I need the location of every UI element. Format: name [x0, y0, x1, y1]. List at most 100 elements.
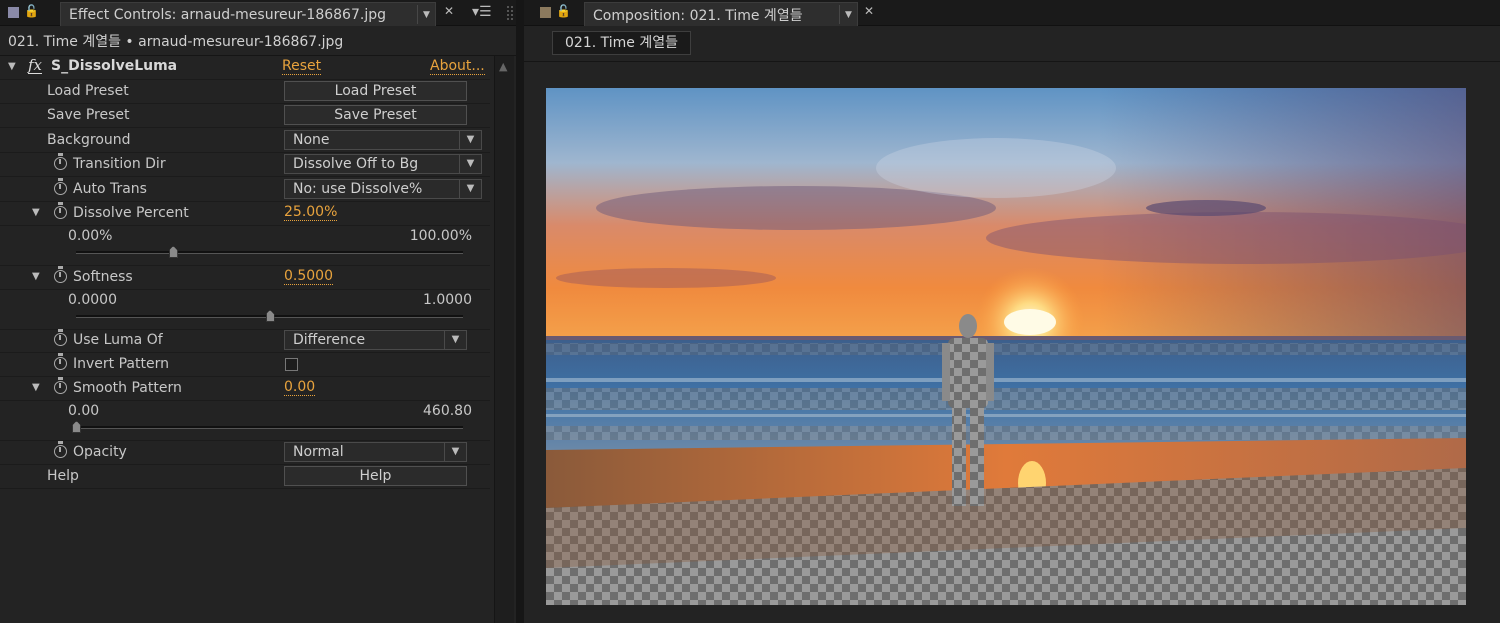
composition-viewer[interactable]	[546, 88, 1466, 605]
slider-min: 0.00%	[68, 228, 113, 244]
param-label: Background	[47, 132, 131, 148]
effect-controls-tab-title: Effect Controls: arnaud-mesureur-186867.…	[69, 6, 386, 23]
param-label: Use Luma Of	[73, 332, 163, 348]
effect-controls-breadcrumb: 021. Time 계열들 • arnaud-mesureur-186867.j…	[8, 34, 344, 50]
lock-icon[interactable]: 🔓	[24, 4, 39, 18]
reset-link[interactable]: Reset	[282, 58, 322, 75]
slider-min: 0.00	[68, 403, 100, 419]
chevron-down-icon[interactable]: ▼	[417, 5, 435, 24]
composition-tab-title: Composition: 021. Time 계열들	[593, 7, 803, 24]
panel-grip-icon[interactable]	[507, 6, 513, 20]
param-row-transition-dir: Transition Dir Dissolve Off to Bg ▼	[0, 153, 490, 177]
effect-header-row[interactable]: ▼ fx S_DissolveLuma Reset About...	[0, 56, 490, 80]
effect-controls-tab[interactable]: Effect Controls: arnaud-mesureur-186867.…	[60, 2, 436, 26]
param-label: Transition Dir	[73, 156, 166, 172]
param-row-use-luma-of: Use Luma Of Difference ▼	[0, 329, 490, 353]
triangle-down-icon[interactable]: ▼	[8, 61, 16, 72]
stopwatch-icon[interactable]	[54, 353, 67, 370]
stopwatch-icon[interactable]	[54, 153, 67, 170]
stopwatch-icon[interactable]	[54, 377, 67, 394]
param-label: Load Preset	[47, 83, 129, 99]
param-label: Invert Pattern	[73, 356, 169, 372]
panel-color-swatch	[540, 7, 551, 18]
auto-trans-select[interactable]: No: use Dissolve% ▼	[284, 179, 482, 199]
chevron-down-icon: ▼	[459, 131, 481, 149]
slider-thumb[interactable]	[72, 421, 81, 433]
close-icon[interactable]: ✕	[444, 4, 454, 18]
stopwatch-icon[interactable]	[54, 441, 67, 458]
composition-panel: 🔓 Composition: 021. Time 계열들 ▼ ✕ 021. Ti…	[524, 0, 1500, 623]
lock-icon[interactable]: 🔓	[556, 4, 571, 18]
scroll-up-icon[interactable]: ▲	[499, 60, 507, 73]
param-label: Auto Trans	[73, 181, 147, 197]
param-row-save-preset: Save Preset Save Preset	[0, 104, 490, 128]
effect-controls-panel: 🔓 Effect Controls: arnaud-mesureur-18686…	[0, 0, 516, 623]
chevron-down-icon: ▼	[444, 443, 466, 461]
slider-max: 460.80	[423, 403, 472, 419]
stopwatch-icon[interactable]	[54, 329, 67, 346]
effect-name: S_DissolveLuma	[51, 58, 178, 74]
help-button[interactable]: Help	[284, 466, 467, 486]
about-link[interactable]: About...	[430, 58, 485, 75]
opacity-select[interactable]: Normal ▼	[284, 442, 467, 462]
background-select[interactable]: None ▼	[284, 130, 482, 150]
chevron-down-icon: ▼	[459, 180, 481, 198]
param-label: Softness	[73, 269, 133, 285]
slider-thumb[interactable]	[265, 310, 275, 322]
select-value: No: use Dissolve%	[293, 181, 423, 197]
dissolve-percent-value[interactable]: 25.00%	[284, 205, 338, 221]
param-row-smooth-pattern: ▼ Smooth Pattern 0.00	[0, 377, 490, 401]
slider-smooth-pattern: 0.00 460.80	[0, 401, 490, 441]
chevron-down-icon: ▼	[459, 155, 481, 173]
invert-pattern-checkbox[interactable]	[285, 358, 298, 371]
panel-divider[interactable]	[516, 0, 524, 623]
stopwatch-icon[interactable]	[54, 178, 67, 195]
vertical-scrollbar[interactable]: ▲	[494, 56, 514, 623]
param-label: Help	[47, 468, 79, 484]
fx-icon[interactable]: fx	[28, 58, 43, 74]
smooth-pattern-value[interactable]: 0.00	[284, 380, 316, 396]
close-icon[interactable]: ✕	[864, 4, 874, 18]
stopwatch-icon[interactable]	[54, 266, 67, 283]
param-label: Save Preset	[47, 107, 130, 123]
select-value: Dissolve Off to Bg	[293, 156, 419, 172]
softness-value[interactable]: 0.5000	[284, 269, 333, 285]
slider-max: 1.0000	[423, 292, 472, 308]
composition-image	[546, 88, 1466, 605]
comp-timeline-tab[interactable]: 021. Time 계열들	[552, 31, 691, 55]
param-label: Opacity	[73, 444, 127, 460]
save-preset-button[interactable]: Save Preset	[284, 105, 467, 125]
composition-tabbar: 🔓 Composition: 021. Time 계열들 ▼ ✕	[524, 0, 1500, 26]
slider-min: 0.0000	[68, 292, 117, 308]
composition-tab[interactable]: Composition: 021. Time 계열들 ▼	[584, 2, 858, 26]
param-label: Dissolve Percent	[73, 205, 189, 221]
param-row-background: Background None ▼	[0, 129, 490, 153]
param-row-invert-pattern: Invert Pattern	[0, 353, 490, 377]
triangle-down-icon[interactable]: ▼	[32, 382, 40, 393]
effect-controls-tabbar: 🔓 Effect Controls: arnaud-mesureur-18686…	[0, 0, 516, 26]
panel-menu-icon[interactable]: ▾☰	[472, 4, 492, 20]
slider-softness: 0.0000 1.0000	[0, 290, 490, 330]
param-row-softness: ▼ Softness 0.5000	[0, 266, 490, 290]
select-value: Difference	[293, 332, 366, 348]
param-row-dissolve-percent: ▼ Dissolve Percent 25.00%	[0, 202, 490, 226]
slider-dissolve-percent: 0.00% 100.00%	[0, 226, 490, 266]
slider-track[interactable]	[76, 426, 463, 429]
slider-track[interactable]	[76, 251, 463, 254]
stopwatch-icon[interactable]	[54, 202, 67, 219]
slider-max: 100.00%	[409, 228, 472, 244]
param-row-opacity: Opacity Normal ▼	[0, 441, 490, 465]
param-row-auto-trans: Auto Trans No: use Dissolve% ▼	[0, 178, 490, 202]
chevron-down-icon: ▼	[444, 331, 466, 349]
use-luma-of-select[interactable]: Difference ▼	[284, 330, 467, 350]
param-row-help: Help Help	[0, 465, 490, 489]
triangle-down-icon[interactable]: ▼	[32, 271, 40, 282]
select-value: Normal	[293, 444, 344, 460]
triangle-down-icon[interactable]: ▼	[32, 207, 40, 218]
load-preset-button[interactable]: Load Preset	[284, 81, 467, 101]
slider-thumb[interactable]	[168, 246, 178, 258]
param-label: Smooth Pattern	[73, 380, 182, 396]
divider	[524, 61, 1500, 62]
chevron-down-icon[interactable]: ▼	[839, 5, 857, 24]
transition-dir-select[interactable]: Dissolve Off to Bg ▼	[284, 154, 482, 174]
